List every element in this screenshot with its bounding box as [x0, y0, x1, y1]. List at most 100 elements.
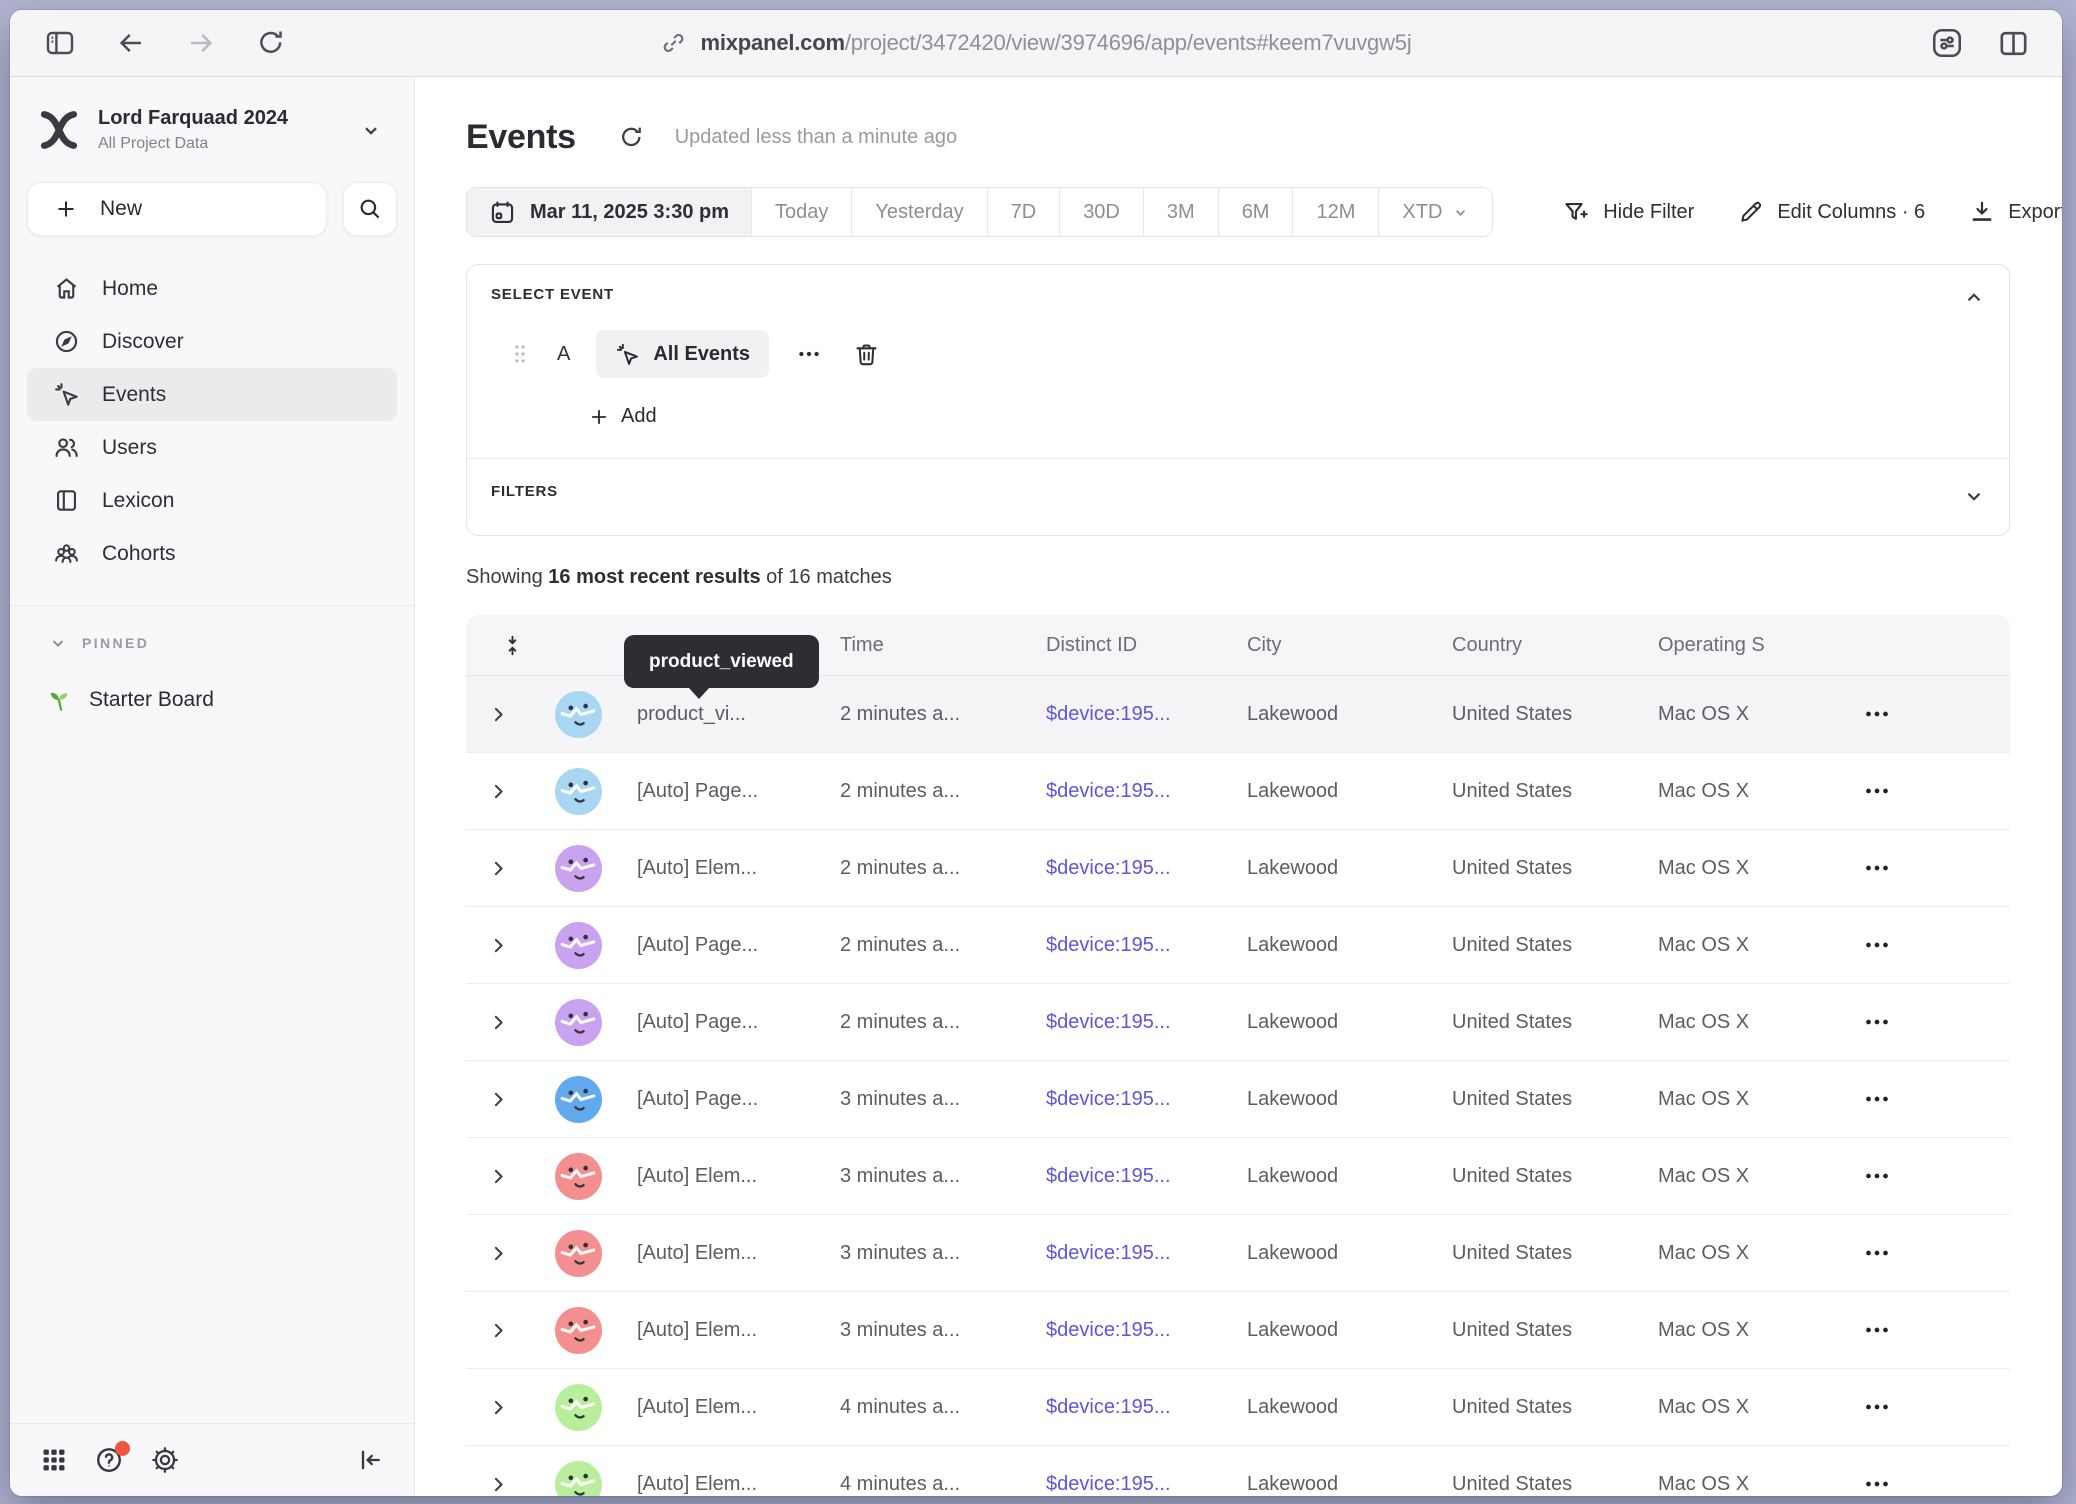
range-3m[interactable]: 3M — [1143, 188, 1218, 236]
range-12m[interactable]: 12M — [1292, 188, 1378, 236]
row-menu-icon[interactable] — [1848, 699, 2010, 729]
page-settings-icon[interactable] — [1929, 25, 1965, 61]
sidebar-toggle-icon[interactable] — [44, 27, 76, 59]
pinned-section-header[interactable]: PINNED — [10, 626, 414, 660]
table-row[interactable]: [Auto] Elem... 4 minutes a... $device:19… — [466, 1369, 2010, 1446]
address-bar[interactable]: mixpanel.com/project/3472420/view/397469… — [660, 10, 1411, 76]
row-menu-icon[interactable] — [1848, 930, 2010, 960]
project-switcher[interactable]: Lord Farquaad 2024 All Project Data — [10, 105, 414, 155]
event-name-cell[interactable]: [Auto] Elem... — [626, 1396, 840, 1419]
range-today[interactable]: Today — [751, 188, 851, 236]
table-row[interactable]: [Auto] Elem... 3 minutes a... $device:19… — [466, 1215, 2010, 1292]
distinct-id-link[interactable]: $device:195... — [1046, 1396, 1247, 1419]
date-picker-button[interactable]: Mar 11, 2025 3:30 pm — [467, 188, 751, 236]
drag-handle-icon[interactable] — [513, 343, 527, 365]
column-header-time[interactable]: Time — [840, 634, 1046, 657]
column-header-country[interactable]: Country — [1452, 634, 1658, 657]
range-6m[interactable]: 6M — [1218, 188, 1293, 236]
distinct-id-link[interactable]: $device:195... — [1046, 934, 1247, 957]
event-name-cell[interactable]: [Auto] Elem... — [626, 1319, 840, 1342]
event-name-cell[interactable]: [Auto] Elem... — [626, 1165, 840, 1188]
sidebar-item-starter-board[interactable]: Starter Board — [10, 676, 414, 724]
sidebar-item-discover[interactable]: Discover — [27, 315, 397, 368]
event-name-cell[interactable]: [Auto] Page... — [626, 1088, 840, 1111]
range-30d[interactable]: 30D — [1059, 188, 1143, 236]
apps-grid-icon[interactable] — [40, 1446, 68, 1474]
distinct-id-link[interactable]: $device:195... — [1046, 1011, 1247, 1034]
collapse-section-icon[interactable] — [1963, 287, 1985, 309]
sidebar-item-users[interactable]: Users — [27, 421, 397, 474]
distinct-id-link[interactable]: $device:195... — [1046, 1165, 1247, 1188]
expand-row-icon[interactable] — [466, 1012, 530, 1033]
event-name-cell[interactable]: [Auto] Page... — [626, 1011, 840, 1034]
row-menu-icon[interactable] — [1848, 1238, 2010, 1268]
expand-row-icon[interactable] — [466, 858, 530, 879]
sidebar-item-home[interactable]: Home — [27, 262, 397, 315]
row-menu-icon[interactable] — [1848, 1315, 2010, 1345]
range-xtd-dropdown[interactable]: XTD — [1378, 188, 1492, 236]
distinct-id-link[interactable]: $device:195... — [1046, 1242, 1247, 1265]
expand-row-icon[interactable] — [466, 1166, 530, 1187]
column-header-city[interactable]: City — [1247, 634, 1452, 657]
table-row[interactable]: [Auto] Elem... 4 minutes a... $device:19… — [466, 1446, 2010, 1496]
sidebar-item-events[interactable]: Events — [27, 368, 397, 421]
expand-row-icon[interactable] — [466, 1474, 530, 1495]
table-row[interactable]: [Auto] Elem... 3 minutes a... $device:19… — [466, 1292, 2010, 1369]
range-7d[interactable]: 7D — [987, 188, 1060, 236]
more-options-icon[interactable] — [796, 341, 822, 367]
table-row[interactable]: [Auto] Page... 3 minutes a... $device:19… — [466, 1061, 2010, 1138]
sidebar-item-lexicon[interactable]: Lexicon — [27, 474, 397, 527]
expand-row-icon[interactable] — [466, 935, 530, 956]
event-name-cell[interactable]: [Auto] Elem... — [626, 857, 840, 880]
table-row[interactable]: [Auto] Elem... 2 minutes a... $device:19… — [466, 830, 2010, 907]
row-menu-icon[interactable] — [1848, 853, 2010, 883]
back-icon[interactable] — [116, 28, 146, 58]
edit-columns-button[interactable]: Edit Columns · 6 — [1738, 199, 1925, 225]
delete-event-icon[interactable] — [853, 341, 880, 368]
column-header-os[interactable]: Operating S — [1658, 634, 1848, 657]
range-yesterday[interactable]: Yesterday — [851, 188, 986, 236]
distinct-id-link[interactable]: $device:195... — [1046, 780, 1247, 803]
event-name-cell[interactable]: [Auto] Elem... — [626, 1473, 840, 1496]
table-row[interactable]: [Auto] Page... 2 minutes a... $device:19… — [466, 984, 2010, 1061]
distinct-id-link[interactable]: $device:195... — [1046, 703, 1247, 726]
new-button[interactable]: New — [27, 182, 327, 236]
event-name-cell[interactable]: product_vi... — [626, 703, 840, 726]
split-view-icon[interactable] — [1997, 27, 2030, 60]
export-button[interactable]: Export — [1969, 199, 2062, 225]
refresh-icon[interactable] — [618, 124, 645, 151]
row-menu-icon[interactable] — [1848, 1469, 2010, 1496]
event-selector-chip[interactable]: All Events — [596, 330, 769, 378]
expand-row-icon[interactable] — [466, 1089, 530, 1110]
reload-icon[interactable] — [256, 28, 286, 58]
sidebar-item-cohorts[interactable]: Cohorts — [27, 527, 397, 580]
table-row[interactable]: [Auto] Elem... 3 minutes a... $device:19… — [466, 1138, 2010, 1215]
row-menu-icon[interactable] — [1848, 1161, 2010, 1191]
search-button[interactable] — [343, 182, 397, 236]
collapse-all-rows-icon[interactable] — [501, 634, 530, 657]
row-menu-icon[interactable] — [1848, 1084, 2010, 1114]
table-row[interactable]: [Auto] Page... 2 minutes a... $device:19… — [466, 753, 2010, 830]
hide-filter-button[interactable]: Hide Filter — [1563, 199, 1694, 226]
expand-row-icon[interactable] — [466, 1397, 530, 1418]
collapse-sidebar-icon[interactable] — [356, 1446, 384, 1474]
event-name-cell[interactable]: [Auto] Elem... — [626, 1242, 840, 1265]
event-name-cell[interactable]: [Auto] Page... — [626, 780, 840, 803]
help-icon[interactable] — [94, 1445, 124, 1475]
expand-section-icon[interactable] — [1963, 485, 1985, 507]
distinct-id-link[interactable]: $device:195... — [1046, 1319, 1247, 1342]
row-menu-icon[interactable] — [1848, 776, 2010, 806]
forward-icon[interactable] — [186, 28, 216, 58]
expand-row-icon[interactable] — [466, 781, 530, 802]
expand-row-icon[interactable] — [466, 1243, 530, 1264]
row-menu-icon[interactable] — [1848, 1392, 2010, 1422]
distinct-id-link[interactable]: $device:195... — [1046, 857, 1247, 880]
distinct-id-link[interactable]: $device:195... — [1046, 1088, 1247, 1111]
add-event-button[interactable]: Add — [588, 405, 1985, 428]
row-menu-icon[interactable] — [1848, 1007, 2010, 1037]
column-header-distinct-id[interactable]: Distinct ID — [1046, 634, 1247, 657]
table-row[interactable]: [Auto] Page... 2 minutes a... $device:19… — [466, 907, 2010, 984]
expand-row-icon[interactable] — [466, 1320, 530, 1341]
settings-gear-icon[interactable] — [150, 1445, 180, 1475]
expand-row-icon[interactable] — [466, 704, 530, 725]
